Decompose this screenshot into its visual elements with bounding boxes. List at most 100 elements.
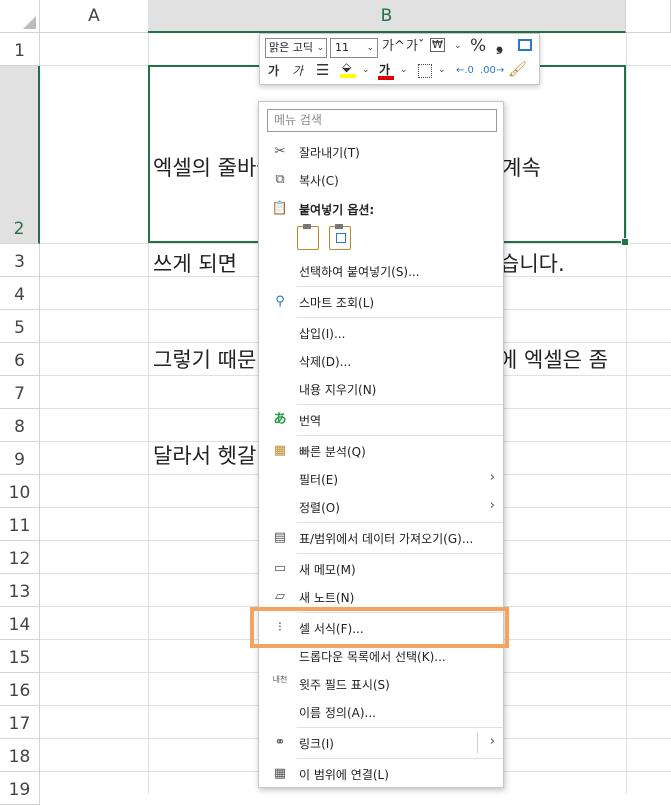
menu-item-label: 이름 정의(A)... xyxy=(299,706,376,720)
row-header-11[interactable]: 11 xyxy=(0,508,40,541)
chevron-right-icon: › xyxy=(489,734,495,749)
fill-color-icon[interactable]: ⬙ xyxy=(340,60,356,78)
split-divider xyxy=(477,733,478,753)
menu-item-new-note[interactable]: ▱ 새 노트(N) xyxy=(259,585,503,609)
menu-item-paste-options: 📋 붙여넣기 옵션: xyxy=(259,197,503,221)
row-header-15[interactable]: 15 xyxy=(0,640,40,673)
row-header-16[interactable]: 16 xyxy=(0,673,40,706)
row-header-12[interactable]: 12 xyxy=(0,541,40,574)
decrease-decimal-icon[interactable]: .00→ xyxy=(480,62,504,80)
menu-separator xyxy=(297,522,503,523)
paste-values-button[interactable] xyxy=(329,224,351,250)
menu-item-label: 복사(C) xyxy=(299,174,339,188)
decrease-font-button[interactable]: 가ˇ xyxy=(406,38,424,56)
row-header-10[interactable]: 10 xyxy=(0,475,40,508)
row-header-19[interactable]: 19 xyxy=(0,772,40,805)
link-range-icon: ▦ xyxy=(273,766,287,781)
row-header-13[interactable]: 13 xyxy=(0,574,40,607)
menu-search-input[interactable]: 메뉴 검색 xyxy=(267,109,497,132)
row-header-14[interactable]: 14 xyxy=(0,607,40,640)
row-header-3[interactable]: 3 xyxy=(0,244,40,277)
gridline xyxy=(626,33,627,794)
menu-item-copy[interactable]: ⧉ 복사(C) xyxy=(259,168,503,192)
row-header-4[interactable]: 4 xyxy=(0,277,40,310)
font-size-value: 11 xyxy=(335,41,349,54)
cell-line: 쓰게 되면 xyxy=(153,252,237,276)
menu-item-insert[interactable]: 삽입(I)... xyxy=(259,321,503,345)
row-header-18[interactable]: 18 xyxy=(0,739,40,772)
menu-item-label: 윗주 필드 표시(S) xyxy=(299,678,390,692)
column-header-b[interactable]: B xyxy=(148,0,626,33)
menu-item-link[interactable]: ⚭ 링크(I) › xyxy=(259,731,503,755)
menu-item-new-comment[interactable]: ▭ 새 메모(M) xyxy=(259,557,503,581)
note-icon: ▱ xyxy=(275,589,285,604)
row-header-7[interactable]: 7 xyxy=(0,376,40,409)
format-painter-icon[interactable]: 🖌 xyxy=(508,60,527,78)
row-header-17[interactable]: 17 xyxy=(0,706,40,739)
menu-item-label: 잘라내기(T) xyxy=(299,146,360,160)
menu-item-clear-contents[interactable]: 내용 지우기(N) xyxy=(259,377,503,401)
font-name-value: 맑은 고딕 xyxy=(269,41,313,54)
menu-item-define-name[interactable]: 이름 정의(A)... xyxy=(259,700,503,724)
font-name-box[interactable]: 맑은 고딕 ⌄ xyxy=(265,38,327,58)
row-header-2[interactable]: 2 xyxy=(0,66,40,244)
row-header-5[interactable]: 5 xyxy=(0,310,40,343)
align-center-icon[interactable]: ☰ xyxy=(316,61,329,79)
menu-item-paste-special[interactable]: 선택하여 붙여넣기(S)... xyxy=(259,259,503,283)
menu-item-sort[interactable]: 정렬(O) › xyxy=(259,495,503,519)
column-header-a[interactable]: A xyxy=(40,0,149,33)
paste-button[interactable] xyxy=(297,224,319,250)
menu-item-filter[interactable]: 필터(E) › xyxy=(259,467,503,491)
percent-button[interactable]: % xyxy=(470,37,486,55)
menu-item-label: 빠른 분석(Q) xyxy=(299,445,366,459)
menu-item-label: 새 노트(N) xyxy=(299,591,355,605)
copy-icon: ⧉ xyxy=(275,172,285,187)
chevron-down-icon[interactable]: ⌄ xyxy=(400,65,408,75)
chevron-right-icon: › xyxy=(489,498,495,513)
table-icon: ▤ xyxy=(273,530,287,545)
borders-icon[interactable] xyxy=(418,64,432,78)
increase-decimal-icon[interactable]: ←.0 xyxy=(456,62,474,80)
row-header-9[interactable]: 9 xyxy=(0,442,40,475)
menu-item-label: 정렬(O) xyxy=(299,501,340,515)
select-all-triangle-icon xyxy=(23,16,36,29)
phonetic-icon: 내천 xyxy=(272,675,288,684)
column-header-c[interactable] xyxy=(626,0,671,33)
select-all-corner[interactable] xyxy=(0,0,40,33)
bold-button[interactable]: 가 xyxy=(268,62,279,80)
comment-icon: ▭ xyxy=(273,561,287,576)
menu-item-link-range[interactable]: ▦ 이 범위에 연결(L) xyxy=(259,762,503,786)
chevron-right-icon: › xyxy=(489,470,495,485)
cell-line-right: 습니다. xyxy=(500,252,565,276)
menu-item-label: 필터(E) xyxy=(299,473,339,487)
scissors-icon: ✂ xyxy=(274,144,286,159)
menu-item-label: 링크(I) xyxy=(299,737,334,751)
menu-item-cut[interactable]: ✂ 잘라내기(T) xyxy=(259,140,503,164)
menu-separator xyxy=(297,758,503,759)
quick-analysis-icon: ▦ xyxy=(273,443,287,458)
menu-separator xyxy=(297,404,503,405)
menu-item-quick-analysis[interactable]: ▦ 빠른 분석(Q) xyxy=(259,439,503,463)
merge-center-icon[interactable] xyxy=(518,39,532,51)
font-color-icon[interactable]: 가 xyxy=(378,61,394,80)
menu-item-phonetic[interactable]: 내천 윗주 필드 표시(S) xyxy=(259,672,503,696)
chevron-down-icon[interactable]: ⌄ xyxy=(438,65,446,75)
increase-font-button[interactable]: 가^ xyxy=(382,38,405,56)
row-header-1[interactable]: 1 xyxy=(0,33,40,66)
row-header-8[interactable]: 8 xyxy=(0,409,40,442)
cell-line-right: 에 엑셀은 좀 xyxy=(498,348,608,372)
menu-item-label: 선택하여 붙여넣기(S)... xyxy=(299,265,420,279)
menu-item-get-data[interactable]: ▤ 표/범위에서 데이터 가져오기(G)... xyxy=(259,526,503,550)
highlight-box xyxy=(250,607,509,648)
menu-item-label: 표/범위에서 데이터 가져오기(G)... xyxy=(299,532,474,546)
accounting-format-icon[interactable]: ₩ xyxy=(430,38,445,52)
chevron-down-icon[interactable]: ⌄ xyxy=(362,65,370,75)
chevron-down-icon[interactable]: ⌄ xyxy=(454,41,462,51)
menu-item-smart-lookup[interactable]: ⚲ 스마트 조회(L) xyxy=(259,290,503,314)
menu-item-delete[interactable]: 삭제(D)... xyxy=(259,349,503,373)
comma-button[interactable]: ❟ xyxy=(496,36,503,54)
font-size-box[interactable]: 11 ⌄ xyxy=(330,38,378,58)
row-header-6[interactable]: 6 xyxy=(0,343,40,376)
italic-button[interactable]: 가 xyxy=(292,62,303,80)
menu-item-translate[interactable]: あ 번역 xyxy=(259,408,503,432)
